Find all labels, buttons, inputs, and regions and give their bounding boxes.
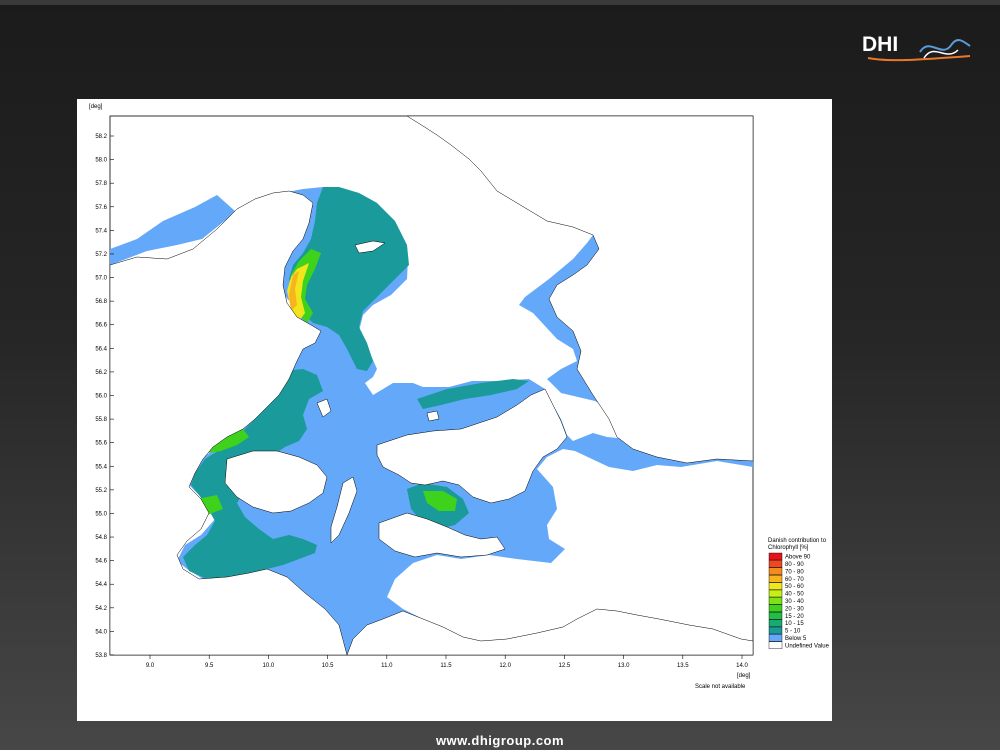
- legend-label: 50 - 60: [785, 584, 804, 590]
- legend-swatch: [768, 567, 783, 575]
- y-tick-label: 56.0: [95, 394, 107, 400]
- y-tick-label: 57.0: [95, 276, 107, 282]
- y-tick-label: 57.8: [95, 181, 107, 187]
- x-tick-label: 11.0: [381, 663, 393, 669]
- y-tick-label: 55.8: [95, 417, 107, 423]
- x-unit-label: [deg]: [737, 673, 751, 679]
- legend-swatch: [768, 619, 783, 627]
- y-tick-label: 56.4: [95, 346, 107, 352]
- x-tick-label: 9.0: [146, 663, 155, 669]
- legend-label: 80 - 90: [785, 562, 804, 568]
- legend-swatch: [768, 634, 783, 642]
- y-tick-label: 55.2: [95, 488, 107, 494]
- legend-swatch: [768, 582, 783, 590]
- legend-label: 10 - 15: [785, 621, 804, 627]
- y-tick-label: 58.0: [95, 158, 107, 164]
- y-tick-label: 56.2: [95, 370, 107, 376]
- legend-label: Below 5: [785, 636, 807, 642]
- x-tick-label: 12.0: [499, 663, 511, 669]
- y-tick-label: 54.8: [95, 535, 107, 541]
- legend-swatch: [768, 597, 783, 605]
- x-tick-label: 14.0: [736, 663, 748, 669]
- y-tick-label: 57.2: [95, 252, 107, 258]
- legend: Above 9080 - 9070 - 80 60 - 7050 - 60 40 -…: [768, 552, 830, 649]
- legend-label: 30 - 40: [785, 599, 804, 605]
- chlorophyll-map: 58.2 58.0 57.8 57.6 57.4 57.2 57.0 56.8 56.6 56.4…: [89, 104, 830, 690]
- logo-text: DHI: [862, 33, 899, 56]
- y-tick-label: 57.4: [95, 228, 107, 234]
- legend-label: 15 - 20: [785, 614, 804, 620]
- y-tick-label: 55.0: [95, 511, 107, 517]
- x-tick-label: 10.5: [322, 663, 334, 669]
- y-tick-label: 55.6: [95, 441, 107, 447]
- y-tick-label: 57.6: [95, 205, 107, 211]
- legend-swatch: [768, 626, 783, 635]
- legend-swatch: [768, 612, 783, 620]
- legend-title-line1: Danish contribution to: [768, 538, 827, 544]
- y-tick-label: 56.8: [95, 299, 107, 305]
- legend-label: 20 - 30: [785, 606, 804, 612]
- legend-title-line2: Chlorophyll [%]: [768, 545, 809, 551]
- y-tick-label: 54.6: [95, 559, 107, 565]
- legend-label: Undefined Value: [785, 643, 830, 649]
- legend-label: 60 - 70: [785, 577, 804, 583]
- legend-swatch: [768, 604, 783, 612]
- y-tick-label: 56.6: [95, 323, 107, 329]
- x-axis: 9.0 9.5 10.0 10.5 11.0 11.5 12.0 12.5 13.0 13.5 14…: [146, 655, 748, 669]
- legend-swatch: [768, 552, 783, 561]
- y-tick-label: 58.2: [95, 134, 107, 140]
- map-panel: 58.2 58.0 57.8 57.6 57.4 57.2 57.0 56.8 56.6 56.4…: [77, 99, 832, 721]
- island-small-2: [426, 410, 440, 422]
- legend-swatch: [768, 589, 783, 598]
- legend-label: Above 90: [785, 555, 811, 561]
- legend-label: 70 - 80: [785, 569, 804, 575]
- top-border: [0, 0, 1000, 5]
- x-tick-label: 13.0: [618, 663, 630, 669]
- legend-swatch: [768, 641, 783, 649]
- y-tick-label: 53.8: [95, 653, 107, 659]
- y-tick-label: 54.2: [95, 606, 107, 612]
- footer-url[interactable]: www.dhigroup.com: [0, 733, 1000, 748]
- x-tick-label: 12.5: [559, 663, 571, 669]
- y-tick-label: 54.4: [95, 582, 107, 588]
- scale-note: Scale not available: [695, 684, 746, 690]
- y-tick-label: 55.4: [95, 464, 107, 470]
- legend-swatch: [768, 575, 783, 583]
- legend-swatch: [768, 560, 783, 568]
- x-tick-label: 11.5: [440, 663, 452, 669]
- legend-label: 40 - 50: [785, 592, 804, 598]
- x-tick-label: 9.5: [205, 663, 214, 669]
- x-tick-label: 10.0: [263, 663, 275, 669]
- y-tick-label: 54.0: [95, 629, 107, 635]
- legend-label: 5 - 10: [785, 629, 801, 635]
- dhi-logo: DHI: [858, 32, 974, 68]
- y-unit-label: [deg]: [89, 104, 103, 110]
- x-tick-label: 13.5: [677, 663, 689, 669]
